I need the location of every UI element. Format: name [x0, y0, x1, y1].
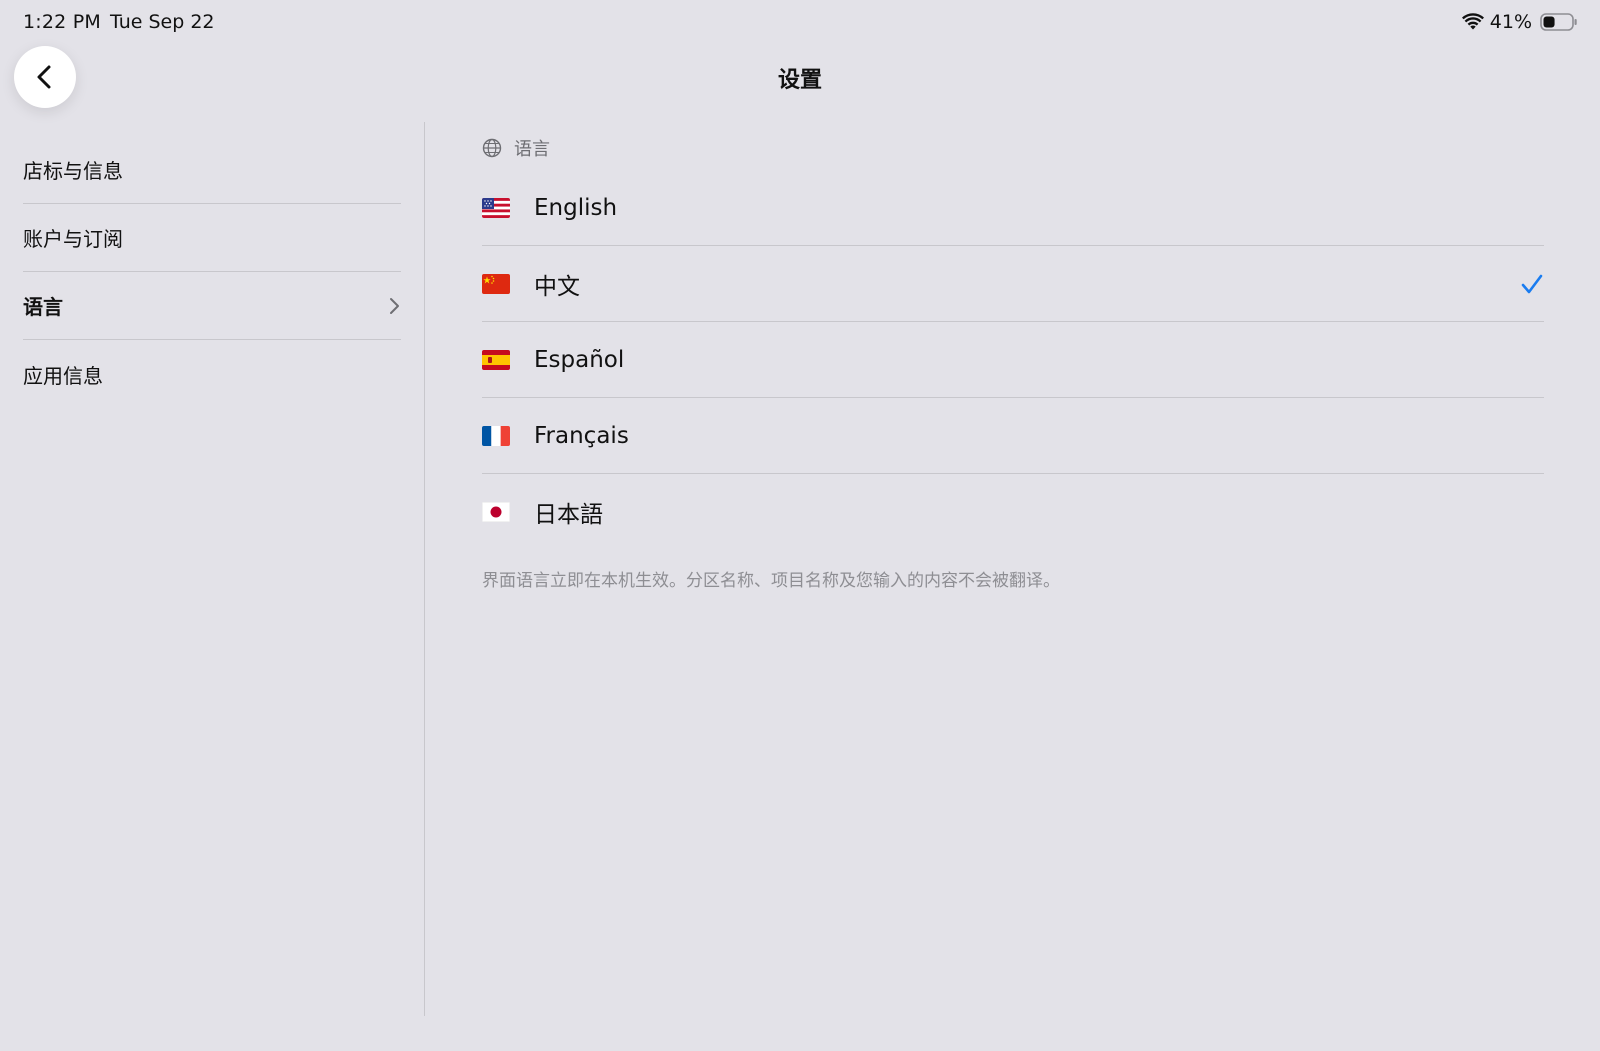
checkmark-icon	[1521, 274, 1543, 293]
sidebar-item-label: 账户与订阅	[23, 227, 123, 251]
sidebar-item-app-info[interactable]: 应用信息	[23, 340, 401, 408]
fr-flag-icon	[482, 425, 510, 446]
language-label: Français	[534, 422, 629, 449]
es-flag-icon	[482, 349, 510, 370]
footnote: 界面语言立即在本机生效。分区名称、项目名称及您输入的内容不会被翻译。	[482, 571, 1060, 591]
sidebar-item-label: 应用信息	[23, 363, 103, 388]
page-title: 设置	[777, 68, 822, 93]
sidebar-item-store-info[interactable]: 店标与信息	[23, 136, 401, 204]
language-label: 日本語	[534, 502, 603, 528]
language-label: 中文	[534, 273, 580, 300]
chevron-right-icon	[390, 297, 399, 314]
battery-icon	[1540, 13, 1577, 31]
section-title: 语言	[514, 139, 550, 160]
jp-flag-icon	[482, 502, 510, 522]
sidebar-item-account[interactable]: 账户与订阅	[23, 204, 401, 272]
status-bar: 1:22 PM Tue Sep 22 41%	[0, 0, 1600, 44]
cn-flag-icon	[482, 273, 510, 294]
language-option-spanish[interactable]: Español	[482, 322, 1544, 398]
globe-icon	[482, 138, 502, 158]
status-date: Tue Sep 22	[110, 11, 215, 33]
language-list: English 中文 Español Français 日本語	[482, 170, 1544, 550]
language-label: Español	[534, 346, 625, 373]
battery-percent: 41%	[1489, 11, 1532, 33]
language-option-french[interactable]: Français	[482, 398, 1544, 474]
wifi-icon	[1461, 13, 1484, 30]
battery-fill	[1543, 16, 1555, 28]
language-option-japanese[interactable]: 日本語	[482, 474, 1544, 550]
sidebar-item-label: 店标与信息	[23, 159, 123, 183]
language-option-chinese[interactable]: 中文	[482, 246, 1544, 322]
status-time: 1:22 PM	[23, 11, 101, 33]
section-header: 语言	[482, 136, 1544, 160]
us-flag-icon	[482, 197, 510, 218]
language-label: English	[534, 194, 618, 221]
language-panel: 语言 English 中文 Español Français 日本語 界面语言立…	[482, 136, 1544, 591]
sidebar-item-label: 语言	[23, 295, 63, 319]
sidebar-item-language[interactable]: 语言	[23, 272, 401, 340]
language-option-english[interactable]: English	[482, 170, 1544, 246]
status-indicators: 41%	[1461, 10, 1578, 34]
sidebar: 店标与信息 账户与订阅 语言 应用信息	[23, 136, 401, 408]
vertical-divider	[424, 122, 425, 1016]
